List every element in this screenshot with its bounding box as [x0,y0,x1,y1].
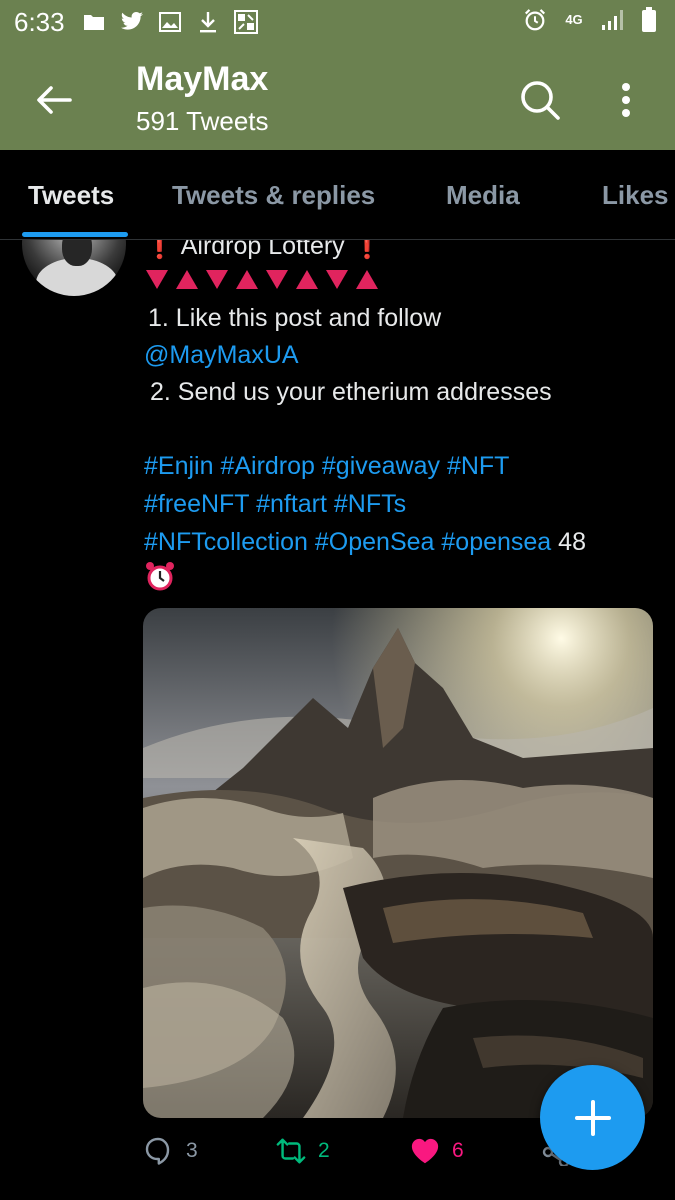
status-icons-right: 4G [523,7,661,32]
more-vertical-icon [622,83,630,117]
tweet-count-after-tags: 48 [558,528,586,556]
search-button[interactable] [514,74,566,126]
heart-icon [410,1136,440,1166]
profile-tabs: Tweets Tweets & replies Media Likes [0,150,675,240]
tab-tweets-replies[interactable]: Tweets & replies [172,180,375,211]
battery-icon [637,7,661,32]
tweet-step2: 2. Send us your etherium addresses [150,378,552,406]
red-triangle-down-icon [326,270,348,289]
tweet-image[interactable] [143,608,653,1118]
red-triangle-up-icon [296,270,318,289]
landscape-image [143,608,653,1118]
compose-tweet-button[interactable] [540,1065,645,1170]
folder-icon [82,10,106,34]
pattern-icon [234,10,258,34]
tab-tweets[interactable]: Tweets [28,180,114,211]
reply-button[interactable]: 3 [144,1136,198,1166]
tweet-hashtags-2[interactable]: #freeNFT #nftart #NFTs [144,486,664,523]
profile-header: MayMax 591 Tweets [0,50,675,150]
triangle-row [144,266,664,292]
twitter-icon [120,10,144,34]
red-triangle-up-icon [176,270,198,289]
red-triangle-down-icon [146,270,168,289]
search-icon [521,81,560,120]
retweet-button[interactable]: 2 [276,1136,330,1166]
reply-icon [144,1136,174,1166]
red-triangle-up-icon [236,270,258,289]
tweet-count: 591 Tweets [136,106,269,136]
alarm-clock-icon [146,562,174,591]
more-options-button[interactable] [604,74,648,126]
tweet-step1: 1. Like this post and follow [148,304,442,332]
tab-media[interactable]: Media [446,180,520,211]
exclamation-icon: ❗ [351,240,383,260]
like-button[interactable]: 6 [410,1136,464,1166]
tweet-mention[interactable]: @MayMaxUA [144,337,664,374]
alarm-clock-line [144,560,664,603]
tweet-hashtags-3-line: #NFTcollection #OpenSea #opensea 48 [144,524,664,561]
tweet-title-line: ❗ Airdrop Lottery ❗ [144,240,664,265]
red-triangle-up-icon [356,270,378,289]
image-icon [158,10,182,34]
status-time: 6:33 [14,7,65,37]
tweet-hashtags-1[interactable]: #Enjin #Airdrop #giveaway #NFT [144,448,664,485]
exclamation-icon: ❗ [144,240,176,260]
like-count: 6 [452,1139,464,1162]
tweet-hashtags-3[interactable]: #NFTcollection #OpenSea #opensea [144,528,551,556]
status-icons-left [82,10,258,34]
avatar[interactable] [22,240,126,296]
signal-icon [601,8,625,32]
plus-icon [574,1099,611,1136]
lte-icon: 4G [565,12,583,27]
active-tab-indicator [22,232,128,237]
back-button[interactable] [30,76,78,124]
red-triangle-down-icon [266,270,288,289]
retweet-count: 2 [318,1139,330,1162]
arrow-left-icon [37,86,72,114]
alarm-icon [523,8,547,32]
tweet-card[interactable]: ❗ Airdrop Lottery ❗ 1. Like this post an… [0,240,675,1200]
reply-count: 3 [186,1139,198,1162]
profile-name: MayMax [136,60,269,98]
tab-likes[interactable]: Likes [602,180,669,211]
status-bar: 6:33 4G [0,0,675,50]
download-icon [196,10,220,34]
retweet-icon [276,1136,306,1166]
tweet-title: Airdrop Lottery [180,240,345,260]
red-triangle-down-icon [206,270,228,289]
